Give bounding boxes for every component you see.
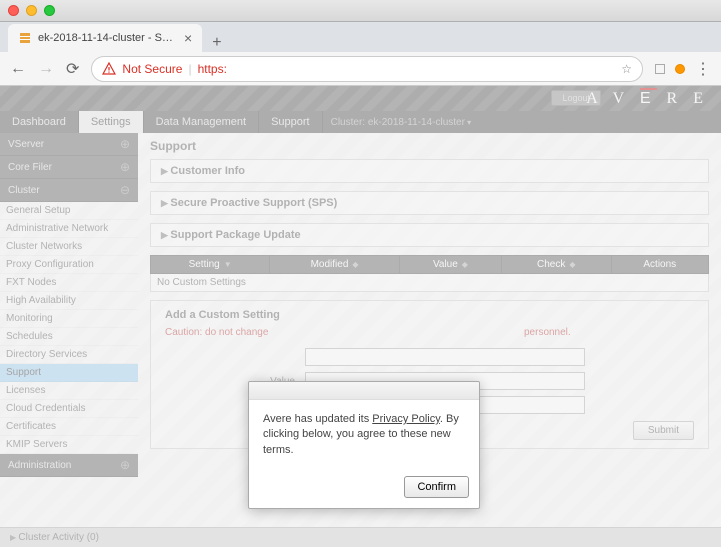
modal-footer: Confirm xyxy=(249,470,479,508)
address-bar[interactable]: Not Secure | https: ☆ xyxy=(91,56,643,82)
extension-icons: ⋮ xyxy=(655,59,711,79)
extension-1-icon[interactable] xyxy=(655,64,665,74)
reload-button[interactable]: ⟳ xyxy=(66,59,79,79)
url-divider: | xyxy=(188,62,191,76)
security-status: Not Secure xyxy=(122,62,182,76)
confirm-button[interactable]: Confirm xyxy=(404,476,469,498)
extension-bulb-icon[interactable] xyxy=(675,64,685,74)
window-controls xyxy=(0,0,721,22)
app-viewport: Logout A V E R E Dashboard Settings Data… xyxy=(0,86,721,547)
close-window-icon[interactable] xyxy=(8,5,19,16)
browser-tab-bar: ek-2018-11-14-cluster - Support × + xyxy=(0,22,721,52)
forward-button: → xyxy=(38,60,54,78)
modal-header[interactable] xyxy=(249,382,479,400)
bookmark-icon[interactable]: ☆ xyxy=(621,62,632,76)
browser-tab[interactable]: ek-2018-11-14-cluster - Support × xyxy=(8,24,202,52)
tab-title: ek-2018-11-14-cluster - Support xyxy=(38,32,178,44)
warning-icon xyxy=(102,62,116,76)
modal-body: Avere has updated its Privacy Policy. By… xyxy=(249,400,479,470)
url-protocol: https: xyxy=(198,62,227,76)
privacy-policy-link[interactable]: Privacy Policy xyxy=(372,413,440,425)
maximize-window-icon[interactable] xyxy=(44,5,55,16)
tab-close-icon[interactable]: × xyxy=(184,30,192,46)
browser-menu-icon[interactable]: ⋮ xyxy=(695,59,711,79)
back-button[interactable]: ← xyxy=(10,60,26,78)
browser-toolbar: ← → ⟳ Not Secure | https: ☆ ⋮ xyxy=(0,52,721,86)
new-tab-button[interactable]: + xyxy=(202,34,231,52)
minimize-window-icon[interactable] xyxy=(26,5,37,16)
privacy-policy-modal: Avere has updated its Privacy Policy. By… xyxy=(248,381,480,509)
tab-favicon-icon xyxy=(18,31,32,45)
